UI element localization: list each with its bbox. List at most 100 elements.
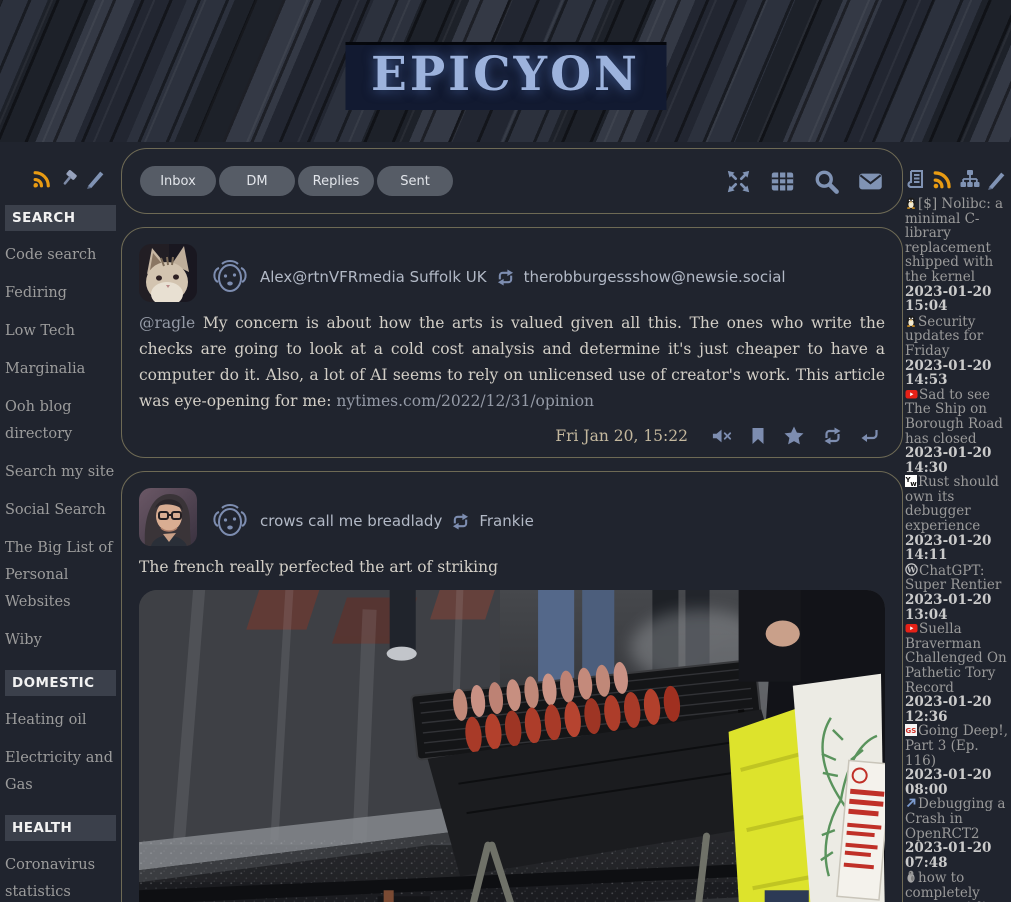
boost-icon: [496, 269, 515, 286]
expand-icon[interactable]: [725, 168, 752, 195]
tab-replies[interactable]: Replies: [298, 166, 374, 196]
sidebar-link-heating-oil[interactable]: Heating oil: [5, 707, 116, 734]
repeat-icon[interactable]: [822, 427, 843, 445]
sidebar-section-search: SEARCH: [5, 205, 116, 231]
newswire-date: 2023-01-20 08:00: [905, 768, 1009, 797]
newswire-title[interactable]: ChatGPT: Super Rentier: [905, 563, 1001, 594]
reply-icon[interactable]: [861, 428, 879, 444]
post-author[interactable]: crows call me breadlady: [260, 512, 442, 530]
post-author[interactable]: Alex@rtnVFRmedia Suffolk UK: [260, 268, 487, 286]
mention-link[interactable]: @ragle: [139, 314, 195, 332]
lwn-penguin-icon: [905, 196, 917, 209]
newswire-item: YwRust should own its debugger experienc…: [905, 475, 1009, 563]
post-card: Alex@rtnVFRmedia Suffolk UK therobburges…: [121, 227, 903, 458]
newswire-title[interactable]: Going Deep!, Part 3 (Ep. 116): [905, 723, 1008, 768]
timeline-tabs-panel: Inbox DM Replies Sent: [121, 148, 903, 214]
dog-person-icon: [209, 500, 251, 542]
post-boosted-from[interactable]: therobburgessshow@newsie.social: [524, 268, 786, 286]
tab-sent[interactable]: Sent: [377, 166, 453, 196]
sidebar-link-marginalia[interactable]: Marginalia: [5, 356, 116, 383]
edit-pen-icon[interactable]: [85, 168, 106, 189]
post-image-bbq-protest[interactable]: [139, 590, 885, 902]
search-icon[interactable]: [813, 168, 840, 195]
epicyon-page: EPICYON SEARCH Code search Fediring Low …: [0, 0, 1011, 902]
newswire-item: WChatGPT: Super Rentier 2023-01-20 13:04: [905, 563, 1009, 622]
newswire-title[interactable]: Sad to see The Ship on Borough Road has …: [905, 387, 1003, 447]
sidebar-link-electricity-and-gas[interactable]: Electricity and Gas: [5, 745, 116, 799]
youtube-icon: [905, 622, 918, 634]
newswire-item: Debugging a Crash in OpenRCT2 2023-01-20…: [905, 797, 1009, 870]
svg-text:w: w: [910, 480, 917, 487]
newswire-item: Sad to see The Ship on Borough Road has …: [905, 388, 1009, 476]
post-timestamp[interactable]: Fri Jan 20, 15:22: [555, 427, 688, 445]
document-icon[interactable]: [905, 168, 927, 190]
newswire-title[interactable]: Debugging a Crash in OpenRCT2: [905, 796, 1005, 841]
sidebar-link-ooh-blog-directory[interactable]: Ooh blog directory: [5, 394, 116, 448]
sidebar-link-coronavirus-statistics[interactable]: Coronavirus statistics: [5, 852, 116, 902]
newswire-date: 2023-01-20 14:30: [905, 446, 1009, 475]
post-card: crows call me breadlady Frankie The fren…: [121, 471, 903, 902]
newswire-date: 2023-01-20 14:53: [905, 359, 1009, 388]
avatar[interactable]: [139, 244, 197, 302]
newswire-item: GSGoing Deep!, Part 3 (Ep. 116) 2023-01-…: [905, 724, 1009, 797]
newswire-date: 2023-01-20 07:48: [905, 841, 1009, 870]
left-sidebar: SEARCH Code search Fediring Low Tech Mar…: [0, 142, 120, 902]
sidebar-link-wiby[interactable]: Wiby: [5, 627, 116, 654]
svg-text:GS: GS: [906, 727, 917, 735]
bookmark-icon[interactable]: [750, 427, 766, 445]
rss-icon[interactable]: [932, 168, 954, 190]
post-footer: Fri Jan 20, 15:22: [139, 426, 885, 445]
table-icon[interactable]: [769, 168, 796, 195]
boost-icon: [451, 513, 470, 530]
external-link[interactable]: nytimes.com/2022/12/31/opinion: [336, 392, 594, 410]
post-boosted-from[interactable]: Frankie: [479, 512, 534, 530]
arrow-up-right-icon: [905, 797, 917, 809]
tab-dm[interactable]: DM: [219, 166, 295, 196]
profile-banner[interactable]: EPICYON: [0, 0, 1011, 142]
sidebar-link-low-tech[interactable]: Low Tech: [5, 318, 116, 345]
instance-title: EPICYON: [345, 42, 666, 110]
svg-text:W: W: [906, 564, 917, 574]
newswire-title[interactable]: Rust should own its debugger experience: [905, 474, 999, 534]
content-columns: SEARCH Code search Fediring Low Tech Mar…: [0, 142, 1011, 902]
sidebar-link-search-my-site[interactable]: Search my site: [5, 459, 116, 486]
newswire-date: 2023-01-20 15:04: [905, 285, 1009, 314]
timeline-column: Inbox DM Replies Sent: [121, 142, 903, 902]
share-tree-icon[interactable]: [959, 168, 981, 190]
dog-person-icon: [209, 256, 251, 298]
sidebar-link-fediring[interactable]: Fediring: [5, 280, 116, 307]
newswire-date: 2023-01-20 14:11: [905, 534, 1009, 563]
star-icon[interactable]: [784, 426, 804, 445]
newswire-item: [$] Nolibc: a minimal C-library replacem…: [905, 196, 1009, 314]
newswire-item: Suella Braverman Challenged On Pathetic …: [905, 622, 1009, 724]
newswire-title[interactable]: Suella Braverman Challenged On Pathetic …: [905, 621, 1007, 695]
newswire-date: 2023-01-20 12:36: [905, 695, 1009, 724]
mute-icon[interactable]: [712, 427, 732, 445]
timeline-header-icons: [725, 168, 884, 195]
envelope-icon[interactable]: [857, 168, 884, 195]
newswire-item: Security updates for Friday 2023-01-20 1…: [905, 314, 1009, 388]
wordpress-icon: W: [905, 563, 918, 576]
post-body: @ragle My concern is about how the arts …: [139, 310, 885, 414]
edit-pen-icon[interactable]: [986, 169, 1007, 190]
tab-inbox[interactable]: Inbox: [140, 166, 216, 196]
sidebar-link-social-search[interactable]: Social Search: [5, 497, 116, 524]
newswire-title[interactable]: [$] Nolibc: a minimal C-library replacem…: [905, 196, 1003, 285]
avatar[interactable]: [139, 488, 197, 546]
gs-favicon-icon: GS: [905, 724, 917, 736]
left-sidebar-icons: [5, 142, 116, 193]
gray-bird-icon: [905, 870, 917, 883]
post-body: The french really perfected the art of s…: [139, 554, 885, 580]
youtube-icon: [905, 388, 918, 400]
newswire-date: 2023-01-20 13:04: [905, 593, 1009, 622]
sidebar-link-code-search[interactable]: Code search: [5, 242, 116, 269]
sidebar-link-big-list-personal-websites[interactable]: The Big List of Personal Websites: [5, 535, 116, 616]
hammer-icon[interactable]: [58, 168, 80, 189]
yw-favicon-icon: Yw: [905, 475, 917, 487]
sidebar-section-domestic: DOMESTIC: [5, 670, 116, 696]
newswire-title[interactable]: how to completely own an airline in 3: [905, 870, 1003, 902]
newswire-column: [$] Nolibc: a minimal C-library replacem…: [903, 142, 1011, 902]
rss-icon[interactable]: [32, 168, 53, 189]
post-text: The french really perfected the art of s…: [139, 558, 498, 576]
post-header: crows call me breadlady Frankie: [209, 488, 885, 546]
